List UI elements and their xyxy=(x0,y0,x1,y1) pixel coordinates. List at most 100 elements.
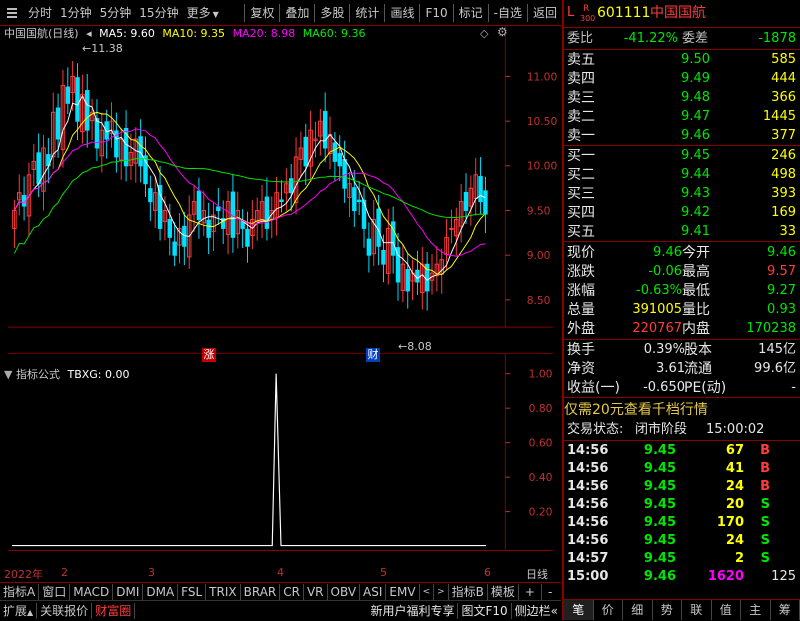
candle-body xyxy=(95,119,98,148)
bid-row[interactable]: 买三9.43393 xyxy=(564,185,800,203)
bid-row[interactable]: 买四9.42169 xyxy=(564,204,800,222)
bid-row[interactable]: 买五9.4133 xyxy=(564,223,800,241)
price-tick-label: 11.00 xyxy=(527,70,558,83)
tab-dmi[interactable]: DMI xyxy=(113,584,143,600)
stat-row: 涨跌-0.06最高9.57 xyxy=(564,263,800,281)
side-tab[interactable]: 价 xyxy=(594,600,624,620)
new-user-promo-link[interactable]: 新用户福利专享 xyxy=(367,603,458,619)
tick-volume: 24 xyxy=(726,478,744,496)
side-tab[interactable]: 筹 xyxy=(771,600,800,620)
side-tab[interactable]: 笔 xyxy=(564,600,594,620)
divider xyxy=(564,49,800,50)
fundamental-label: 股本 xyxy=(684,341,712,359)
tab-indicator-a[interactable]: 指标A xyxy=(0,584,39,600)
tab-15min[interactable]: 15分钟 xyxy=(135,1,182,25)
tab-brar[interactable]: BRAR xyxy=(241,584,281,600)
stock-name: 中国国航 xyxy=(650,4,706,22)
tab-asi[interactable]: ASI xyxy=(360,584,386,600)
bid-row[interactable]: 买一9.45246 xyxy=(564,147,800,165)
ask-row[interactable]: 卖一9.46377 xyxy=(564,127,800,145)
tab-emv[interactable]: EMV xyxy=(386,584,419,600)
extend-label: 扩展 xyxy=(3,604,27,618)
tbxg-line xyxy=(12,374,486,546)
indicator-collapse-icon[interactable]: ▼ xyxy=(4,368,12,381)
mark-button[interactable]: 标记 xyxy=(455,1,487,25)
f10-graphic-button[interactable]: 图文F10 xyxy=(458,603,511,619)
tab-fenshi[interactable]: 分时 xyxy=(24,1,56,25)
divider xyxy=(527,4,528,22)
back-button[interactable]: 返回 xyxy=(529,1,561,25)
ask-row[interactable]: 卖四9.49444 xyxy=(564,70,800,88)
kline-chart[interactable]: 11.0010.5010.009.509.008.50 1.000.800.60… xyxy=(0,26,561,566)
indicator-tick-label: 1.00 xyxy=(529,368,553,381)
badge-cai[interactable]: 财 xyxy=(366,348,380,362)
indicator-tick-label: 0.40 xyxy=(529,471,553,484)
bid-volume: 498 xyxy=(771,166,796,184)
ask-row[interactable]: 卖二9.471445 xyxy=(564,108,800,126)
draw-line-button[interactable]: 画线 xyxy=(386,1,418,25)
tab-window[interactable]: 窗口 xyxy=(39,584,70,600)
tab-wealth-circle[interactable]: 财富圈 xyxy=(92,603,135,619)
tab-cr[interactable]: CR xyxy=(280,584,304,600)
bid-label: 买一 xyxy=(567,147,595,165)
fundamental-value: 145亿 xyxy=(758,341,796,359)
tab-template[interactable]: 模板 xyxy=(488,584,519,600)
overlay-button[interactable]: 叠加 xyxy=(281,1,313,25)
stat-label: 量比 xyxy=(682,301,710,319)
fundamental-label: 换手 xyxy=(567,341,595,359)
scroll-left-icon[interactable]: < xyxy=(420,584,435,600)
stat-row: 现价9.46今开9.46 xyxy=(564,244,800,262)
fundamental-row: 换手0.39%股本145亿 xyxy=(564,341,800,359)
sidebar-toggle[interactable]: 侧边栏« xyxy=(512,603,561,619)
candle-body xyxy=(338,154,341,166)
fundamental-value: - xyxy=(791,379,796,397)
ask-volume: 377 xyxy=(771,127,796,145)
tab-trix[interactable]: TRIX xyxy=(206,584,240,600)
scroll-right-icon[interactable]: > xyxy=(434,584,449,600)
side-tab[interactable]: 细 xyxy=(623,600,653,620)
bid-label: 买二 xyxy=(567,166,595,184)
tick-price: 9.45 xyxy=(644,550,676,568)
add-window-button[interactable]: + xyxy=(519,584,542,600)
tick-volume: 24 xyxy=(726,532,744,550)
remove-window-button[interactable]: - xyxy=(542,584,558,600)
remove-watchlist-button[interactable]: -自选 xyxy=(490,1,526,25)
level2-promo[interactable]: 仅需20元查看千档行情 xyxy=(564,401,800,419)
multi-stock-button[interactable]: 多股 xyxy=(316,1,348,25)
date-label: 2022年 xyxy=(4,566,43,582)
tab-obv[interactable]: OBV xyxy=(328,584,361,600)
tab-related-quote[interactable]: 关联报价 xyxy=(37,603,92,619)
period-label[interactable]: 日线 xyxy=(526,566,548,582)
chart-options-icon[interactable]: ⚙ xyxy=(497,25,508,39)
more-menu[interactable]: 更多▼ xyxy=(183,1,223,25)
side-tab[interactable]: 联 xyxy=(682,600,712,620)
fuquan-button[interactable]: 复权 xyxy=(246,1,278,25)
ask-row[interactable]: 卖三9.48366 xyxy=(564,89,800,107)
candle-body xyxy=(367,239,370,255)
indicator-title[interactable]: 指标公式 xyxy=(16,368,60,381)
tab-1min[interactable]: 1分钟 xyxy=(56,1,96,25)
badge-zhang[interactable]: 涨 xyxy=(202,348,216,362)
tab-dma[interactable]: DMA xyxy=(143,584,178,600)
divider xyxy=(564,27,800,28)
tick-side: S xyxy=(761,532,770,550)
side-tab[interactable]: 主 xyxy=(741,600,771,620)
candle-body xyxy=(353,188,356,211)
tick-price: 9.45 xyxy=(644,478,676,496)
tab-indicator-b[interactable]: 指标B xyxy=(449,584,488,600)
bid-row[interactable]: 买二9.44498 xyxy=(564,166,800,184)
tab-5min[interactable]: 5分钟 xyxy=(96,1,136,25)
side-tab[interactable]: 值 xyxy=(712,600,742,620)
tab-fsl[interactable]: FSL xyxy=(178,584,206,600)
tab-extend[interactable]: 扩展▲ xyxy=(0,603,37,619)
tick-row: 15:009.461620125 xyxy=(564,568,800,586)
menu-icon[interactable] xyxy=(3,4,21,22)
tab-macd[interactable]: MACD xyxy=(70,584,113,600)
side-tab[interactable]: 势 xyxy=(653,600,683,620)
chart-settings-icon[interactable]: ◇ xyxy=(480,27,488,40)
stats-button[interactable]: 统计 xyxy=(351,1,383,25)
f10-button[interactable]: F10 xyxy=(421,1,451,25)
tab-vr[interactable]: VR xyxy=(304,584,328,600)
ask-row[interactable]: 卖五9.50585 xyxy=(564,51,800,69)
collapse-icon[interactable]: ◂ xyxy=(86,27,92,40)
